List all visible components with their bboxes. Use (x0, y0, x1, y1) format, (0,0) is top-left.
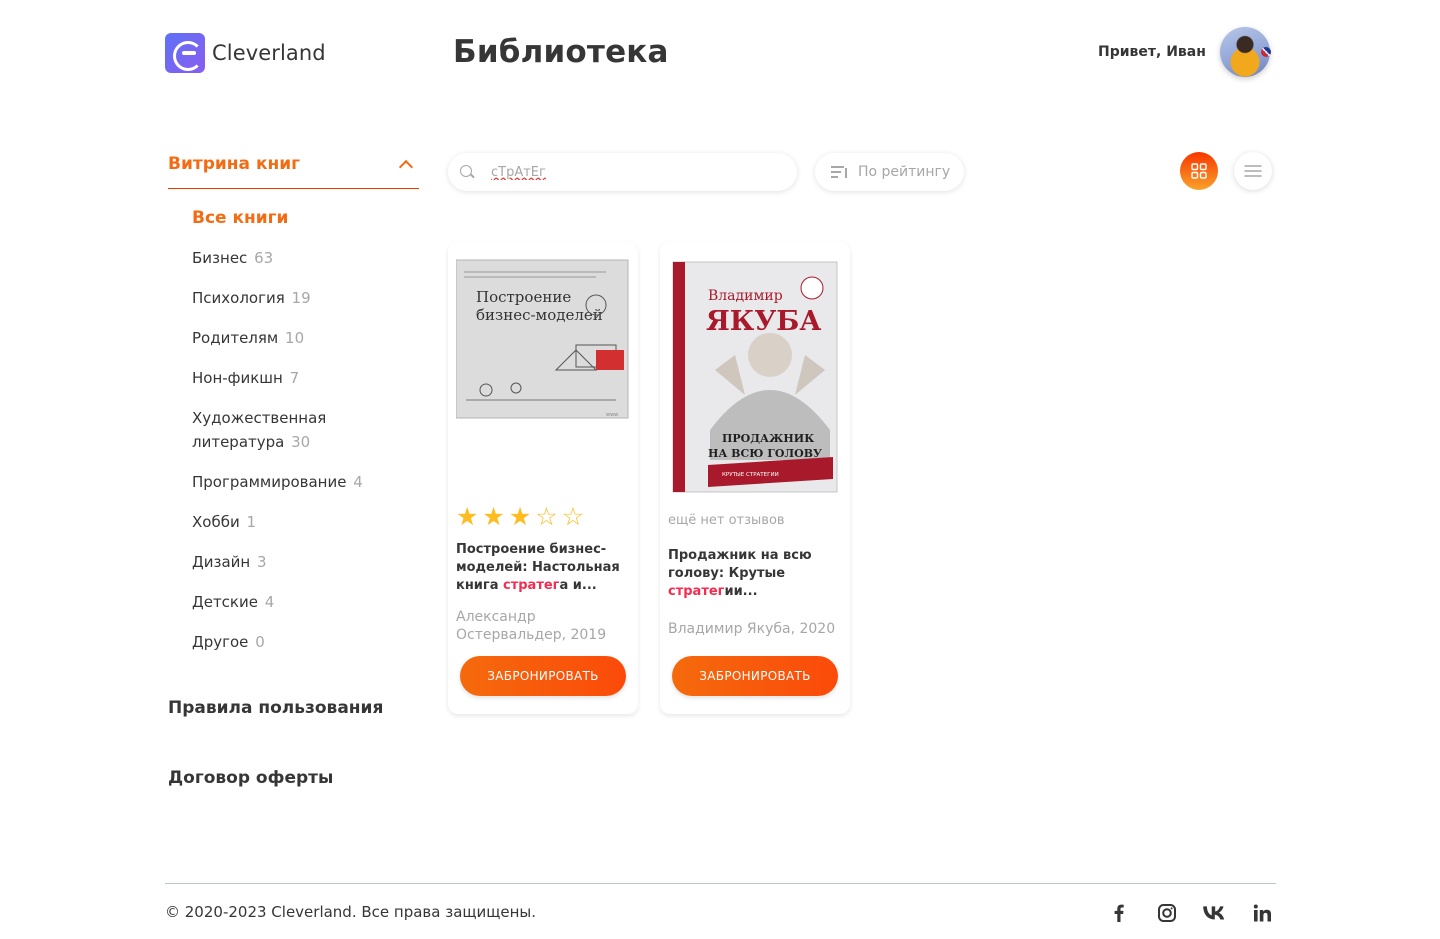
sort-icon (831, 165, 847, 179)
category-design[interactable]: Дизайн 3 (192, 550, 419, 574)
category-label: Психология (192, 289, 285, 307)
category-label: Все книги (192, 208, 289, 228)
category-parents[interactable]: Родителям 10 (192, 326, 419, 350)
svg-text:Построение: Построение (476, 288, 571, 306)
search-icon (460, 165, 474, 179)
category-count: 4 (353, 473, 363, 491)
footer-divider (165, 883, 1276, 884)
category-count: 30 (291, 433, 311, 451)
category-label: Нон-фикшн (192, 369, 283, 387)
showcase-title: Витрина книг (168, 154, 301, 174)
book-title: Построение бизнес-моделей: Настольная кн… (456, 542, 620, 593)
instagram-icon[interactable] (1156, 902, 1178, 924)
category-all[interactable]: Все книги (192, 206, 419, 230)
facebook-icon[interactable] (1108, 902, 1130, 924)
book-author: Владимир Якуба, 2020 (668, 621, 836, 637)
sidebar: Витрина книг Все книги Бизнес 63 Психоло… (168, 150, 419, 670)
reserve-button[interactable]: ЗАБРОНИРОВАТЬ (672, 656, 838, 696)
page-title: Библиотека (453, 34, 669, 70)
book-title: Продажник на всю голову: Крутые стратеги… (668, 548, 812, 599)
svg-text:бизнес-моделей: бизнес-моделей (476, 306, 603, 324)
svg-text:КРУТЫЕ СТРАТЕГИИ: КРУТЫЕ СТРАТЕГИИ (722, 472, 779, 478)
grid-view-button[interactable] (1180, 152, 1218, 190)
no-reviews-text: ещё нет отзывов (668, 513, 785, 528)
book-card[interactable]: Построение бизнес-моделей www ★ ★ ★ ☆ ☆ Пост… (448, 242, 638, 714)
search-input[interactable] (491, 164, 751, 180)
category-label: Хобби (192, 513, 240, 531)
sort-button[interactable]: По рейтингу (815, 153, 964, 191)
category-programming[interactable]: Программирование 4 (192, 470, 419, 494)
book-cover: Построение бизнес-моделей www (456, 250, 630, 492)
book-author: Александр Остервальдер, 2019 (456, 609, 607, 643)
svg-text:www: www (606, 412, 618, 418)
sort-label: По рейтингу (858, 164, 951, 180)
language-flag-icon (1261, 47, 1271, 57)
book-card[interactable]: Владимир ЯКУБА ПРОДАЖНИК НА ВСЮ ГОЛОВУ К… (660, 242, 850, 714)
category-label: Родителям (192, 329, 279, 347)
svg-text:НА ВСЮ ГОЛОВУ: НА ВСЮ ГОЛОВУ (708, 447, 822, 460)
category-psychology[interactable]: Психология 19 (192, 286, 419, 310)
grid-icon (1191, 163, 1207, 179)
category-fiction[interactable]: Художественная литература 30 (192, 406, 419, 454)
showcase-toggle[interactable]: Витрина книг (168, 150, 419, 189)
category-kids[interactable]: Детские 4 (192, 590, 419, 614)
svg-text:ПРОДАЖНИК: ПРОДАЖНИК (722, 432, 814, 445)
search-box[interactable] (448, 153, 797, 191)
user-greeting: Привет, Иван (1098, 44, 1206, 60)
offer-link[interactable]: Договор оферты (168, 768, 333, 788)
category-nonfiction[interactable]: Нон-фикшн 7 (192, 366, 419, 390)
category-other[interactable]: Другое 0 (192, 630, 419, 654)
linkedin-icon[interactable] (1251, 902, 1273, 924)
chevron-up-icon (399, 158, 411, 170)
terms-link[interactable]: Правила пользования (168, 698, 383, 718)
book-cover-image: Владимир ЯКУБА ПРОДАЖНИК НА ВСЮ ГОЛОВУ К… (672, 261, 838, 493)
copyright: © 2020-2023 Cleverland. Все права защище… (165, 903, 537, 921)
cleverland-logo-icon (165, 33, 205, 73)
category-count: 63 (254, 249, 274, 267)
category-count: 3 (256, 553, 267, 571)
list-icon (1244, 165, 1262, 177)
category-count: 4 (264, 593, 275, 611)
book-cover-image: Построение бизнес-моделей www (456, 259, 629, 419)
category-count: 0 (255, 633, 265, 651)
star-empty-icon: ☆ (561, 502, 585, 531)
category-count: 7 (289, 369, 300, 387)
svg-text:Владимир: Владимир (708, 288, 783, 304)
list-view-button[interactable] (1234, 152, 1272, 190)
star-filled-icon: ★ (508, 502, 532, 531)
category-count: 10 (285, 329, 305, 347)
logo[interactable]: Cleverland (165, 33, 326, 73)
category-count: 19 (291, 289, 311, 307)
category-hobby[interactable]: Хобби 1 (192, 510, 419, 534)
logo-text: Cleverland (212, 41, 326, 65)
category-label: Детские (192, 593, 258, 611)
category-label: Дизайн (192, 553, 251, 571)
star-filled-icon: ★ (456, 502, 479, 531)
category-count: 1 (246, 513, 257, 531)
star-empty-icon: ☆ (535, 502, 558, 531)
rating-stars: ★ ★ ★ ☆ ☆ (456, 502, 585, 531)
category-label: Бизнес (192, 249, 248, 267)
category-list: Все книги Бизнес 63 Психология 19 Родите… (168, 206, 419, 654)
vk-icon[interactable] (1203, 902, 1225, 924)
category-label: Другое (192, 633, 249, 651)
book-cover: Владимир ЯКУБА ПРОДАЖНИК НА ВСЮ ГОЛОВУ К… (668, 250, 842, 493)
star-filled-icon: ★ (482, 502, 505, 531)
reserve-button[interactable]: ЗАБРОНИРОВАТЬ (460, 656, 626, 696)
category-business[interactable]: Бизнес 63 (192, 246, 419, 270)
category-label: Программирование (192, 473, 347, 491)
svg-text:ЯКУБА: ЯКУБА (706, 306, 821, 337)
